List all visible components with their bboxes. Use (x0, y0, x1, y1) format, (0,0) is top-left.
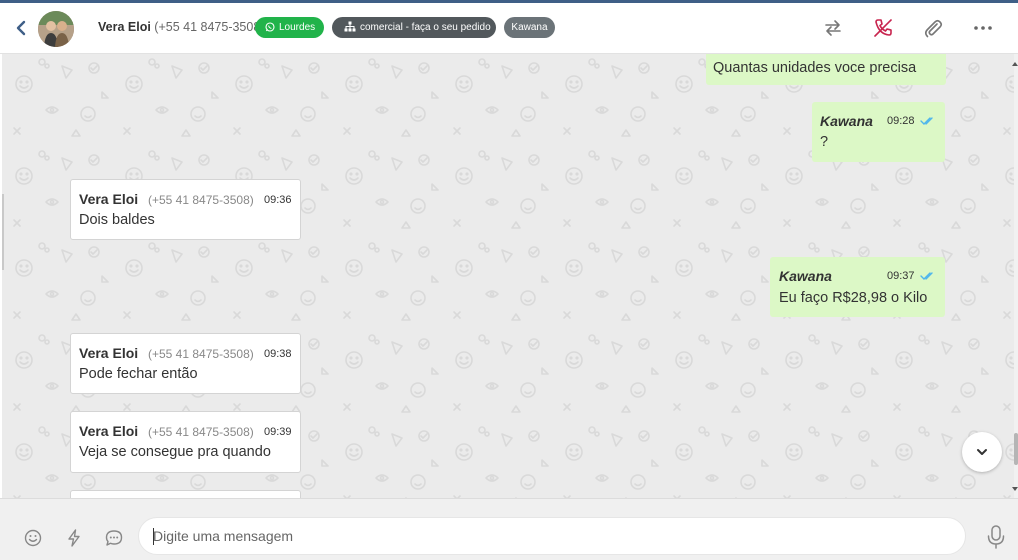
scroll-up-arrow-icon[interactable] (1012, 61, 1018, 67)
message-time: 09:39 (264, 426, 292, 438)
chevron-left-icon[interactable] (14, 19, 28, 37)
message-bubble-incoming[interactable]: Vera Eloi (+55 41 8475-3508) 09:36 Dois … (70, 179, 301, 240)
message-sender: Vera Eloi (79, 191, 139, 207)
contact-phone: (+55 41 8475-3508) (154, 20, 265, 34)
message-sender: Vera Eloi (79, 345, 139, 361)
text-caret (153, 528, 154, 545)
channel-tag[interactable]: Lourdes (255, 17, 324, 38)
message-sender: Vera Eloi (79, 423, 139, 439)
message-time: 09:36 (264, 194, 292, 206)
chat-area[interactable]: Quantas unidades voce precisa Kawana 09:… (2, 54, 1014, 498)
message-bubble-outgoing[interactable]: Kawana 09:28 ? (812, 102, 945, 162)
emoji-icon[interactable] (23, 528, 43, 548)
chat-bubble-icon[interactable] (104, 528, 124, 548)
message-sender-phone: (+55 41 8475-3508) (148, 347, 254, 361)
read-ticks-icon (920, 272, 933, 280)
message-time: 09:28 (887, 115, 915, 127)
chat-scrollbar[interactable] (1014, 54, 1018, 498)
channel-tag-label: Lourdes (279, 22, 316, 33)
message-text: Quantas unidades voce precisa (713, 60, 917, 76)
avatar[interactable] (38, 11, 74, 47)
microphone-icon[interactable] (985, 524, 1007, 550)
whatsapp-icon (265, 22, 275, 32)
chat-scrollbar-thumb[interactable] (1014, 433, 1018, 465)
agent-tag-label: Kawana (511, 22, 548, 33)
message-text: Dois baldes (79, 212, 155, 228)
agent-tag[interactable]: Kawana (504, 17, 555, 38)
department-tag[interactable]: comercial - faça o seu pedido (332, 17, 496, 38)
message-text: ? (820, 134, 829, 150)
message-sender: Kawana (779, 268, 832, 284)
message-time: 09:38 (264, 348, 292, 360)
message-text: Eu faço R$28,98 o Kilo (779, 290, 928, 306)
message-bubble-incoming[interactable]: Vera Eloi (+55 41 8475-3508) 09:39 Veja … (70, 411, 301, 473)
lightning-icon[interactable] (64, 528, 84, 548)
transfer-arrows-icon[interactable] (821, 16, 845, 40)
message-bubble-outgoing[interactable]: Quantas unidades voce precisa (706, 54, 946, 85)
message-text: Pode fechar então (79, 366, 198, 382)
message-text: Veja se consegue pra quando (79, 444, 271, 460)
scroll-to-bottom-button[interactable] (962, 432, 1002, 472)
more-horizontal-icon[interactable] (971, 16, 995, 40)
read-ticks-icon (920, 117, 933, 125)
chevron-down-icon (977, 449, 987, 455)
message-sender: Kawana (820, 113, 873, 129)
sitemap-icon (344, 21, 356, 32)
message-input[interactable] (138, 517, 966, 555)
message-time: 09:37 (887, 270, 915, 282)
left-edge-indicator (2, 194, 4, 270)
department-tag-label: comercial - faça o seu pedido (360, 22, 491, 33)
message-bubble-incoming[interactable] (70, 490, 301, 498)
chat-header: Vera Eloi (+55 41 8475-3508) Lourdes com… (0, 3, 1018, 54)
message-bubble-incoming[interactable]: Vera Eloi (+55 41 8475-3508) 09:38 Pode … (70, 333, 301, 394)
message-bubble-outgoing[interactable]: Kawana 09:37 Eu faço R$28,98 o Kilo (770, 257, 945, 317)
paperclip-icon[interactable] (921, 16, 945, 40)
contact-info: Vera Eloi (+55 41 8475-3508) (98, 20, 264, 34)
message-sender-phone: (+55 41 8475-3508) (148, 425, 254, 439)
phone-off-icon[interactable] (871, 16, 895, 40)
message-sender-phone: (+55 41 8475-3508) (148, 193, 254, 207)
contact-name: Vera Eloi (98, 20, 151, 34)
scroll-down-arrow-icon[interactable] (1012, 486, 1018, 492)
